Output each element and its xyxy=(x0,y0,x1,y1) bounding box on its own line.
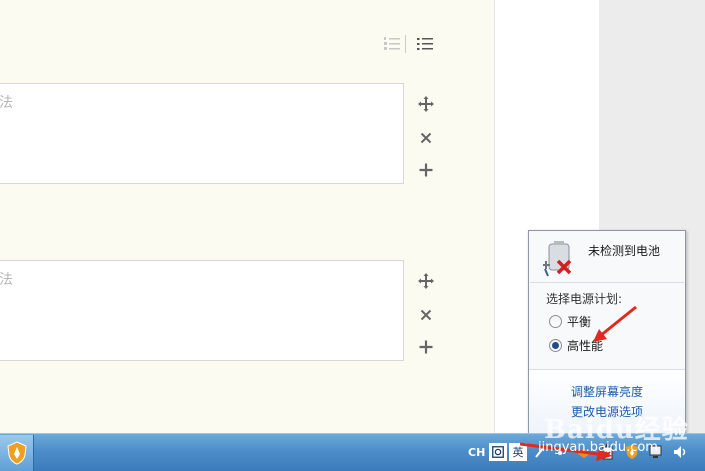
adjust-brightness-link[interactable]: 调整屏幕亮度 xyxy=(571,383,643,400)
battery-status-text: 未检测到电池 xyxy=(588,244,661,258)
close-icon xyxy=(420,132,432,144)
add-icon xyxy=(419,340,433,354)
step-text-input[interactable]: 法 xyxy=(0,260,404,361)
add-icon xyxy=(419,163,433,177)
power-tray-icon[interactable] xyxy=(600,444,616,460)
add-button[interactable] xyxy=(416,160,436,180)
security-shield-icon[interactable] xyxy=(624,444,640,460)
battery-missing-icon xyxy=(542,239,578,277)
tray-pen-icon[interactable] xyxy=(532,444,548,460)
shield-icon xyxy=(6,441,27,465)
move-button[interactable] xyxy=(416,271,436,291)
add-button[interactable] xyxy=(416,337,436,357)
radio-label: 平衡 xyxy=(567,315,592,329)
move-icon xyxy=(418,273,434,289)
radio-balanced[interactable] xyxy=(549,315,562,328)
list-toolbar xyxy=(383,34,439,54)
editor-area: 法 法 xyxy=(0,0,494,433)
ime-mode-icon[interactable] xyxy=(489,443,507,461)
radio-high-performance[interactable] xyxy=(549,339,562,352)
input-language-indicator[interactable]: CH xyxy=(468,446,485,459)
move-icon xyxy=(418,96,434,112)
unordered-list-icon[interactable] xyxy=(416,35,434,53)
taskbar-app-button[interactable] xyxy=(0,435,34,471)
power-plan-high-performance[interactable]: 高性能 xyxy=(549,337,603,354)
ime-language-button[interactable]: 英 xyxy=(509,443,527,461)
flyout-separator xyxy=(530,282,684,283)
ordered-list-icon[interactable] xyxy=(383,35,401,53)
taskbar: CH 英 xyxy=(0,433,705,471)
textbox-placeholder: 法 xyxy=(0,95,13,111)
network-icon[interactable] xyxy=(648,444,664,460)
radio-label: 高性能 xyxy=(567,339,604,353)
textbox-placeholder: 法 xyxy=(0,272,13,288)
move-button[interactable] xyxy=(416,94,436,114)
tray-orange-icon[interactable] xyxy=(576,444,592,460)
step-text-input[interactable]: 法 xyxy=(0,83,404,184)
flyout-links-area xyxy=(529,369,685,433)
tray-dot-icon[interactable] xyxy=(552,444,568,460)
power-plan-label: 选择电源计划: xyxy=(546,292,623,306)
toolbar-divider xyxy=(405,35,406,53)
power-plan-balanced[interactable]: 平衡 xyxy=(549,313,591,330)
volume-icon[interactable] xyxy=(672,444,688,460)
power-options-link[interactable]: 更改电源选项 xyxy=(571,403,643,420)
delete-button[interactable] xyxy=(416,305,436,325)
close-icon xyxy=(420,309,432,321)
battery-status-area: 未检测到电池 xyxy=(529,231,685,281)
power-flyout: 未检测到电池 选择电源计划: 平衡 高性能 调整屏幕亮度 更改电源选项 xyxy=(528,230,686,434)
delete-button[interactable] xyxy=(416,128,436,148)
